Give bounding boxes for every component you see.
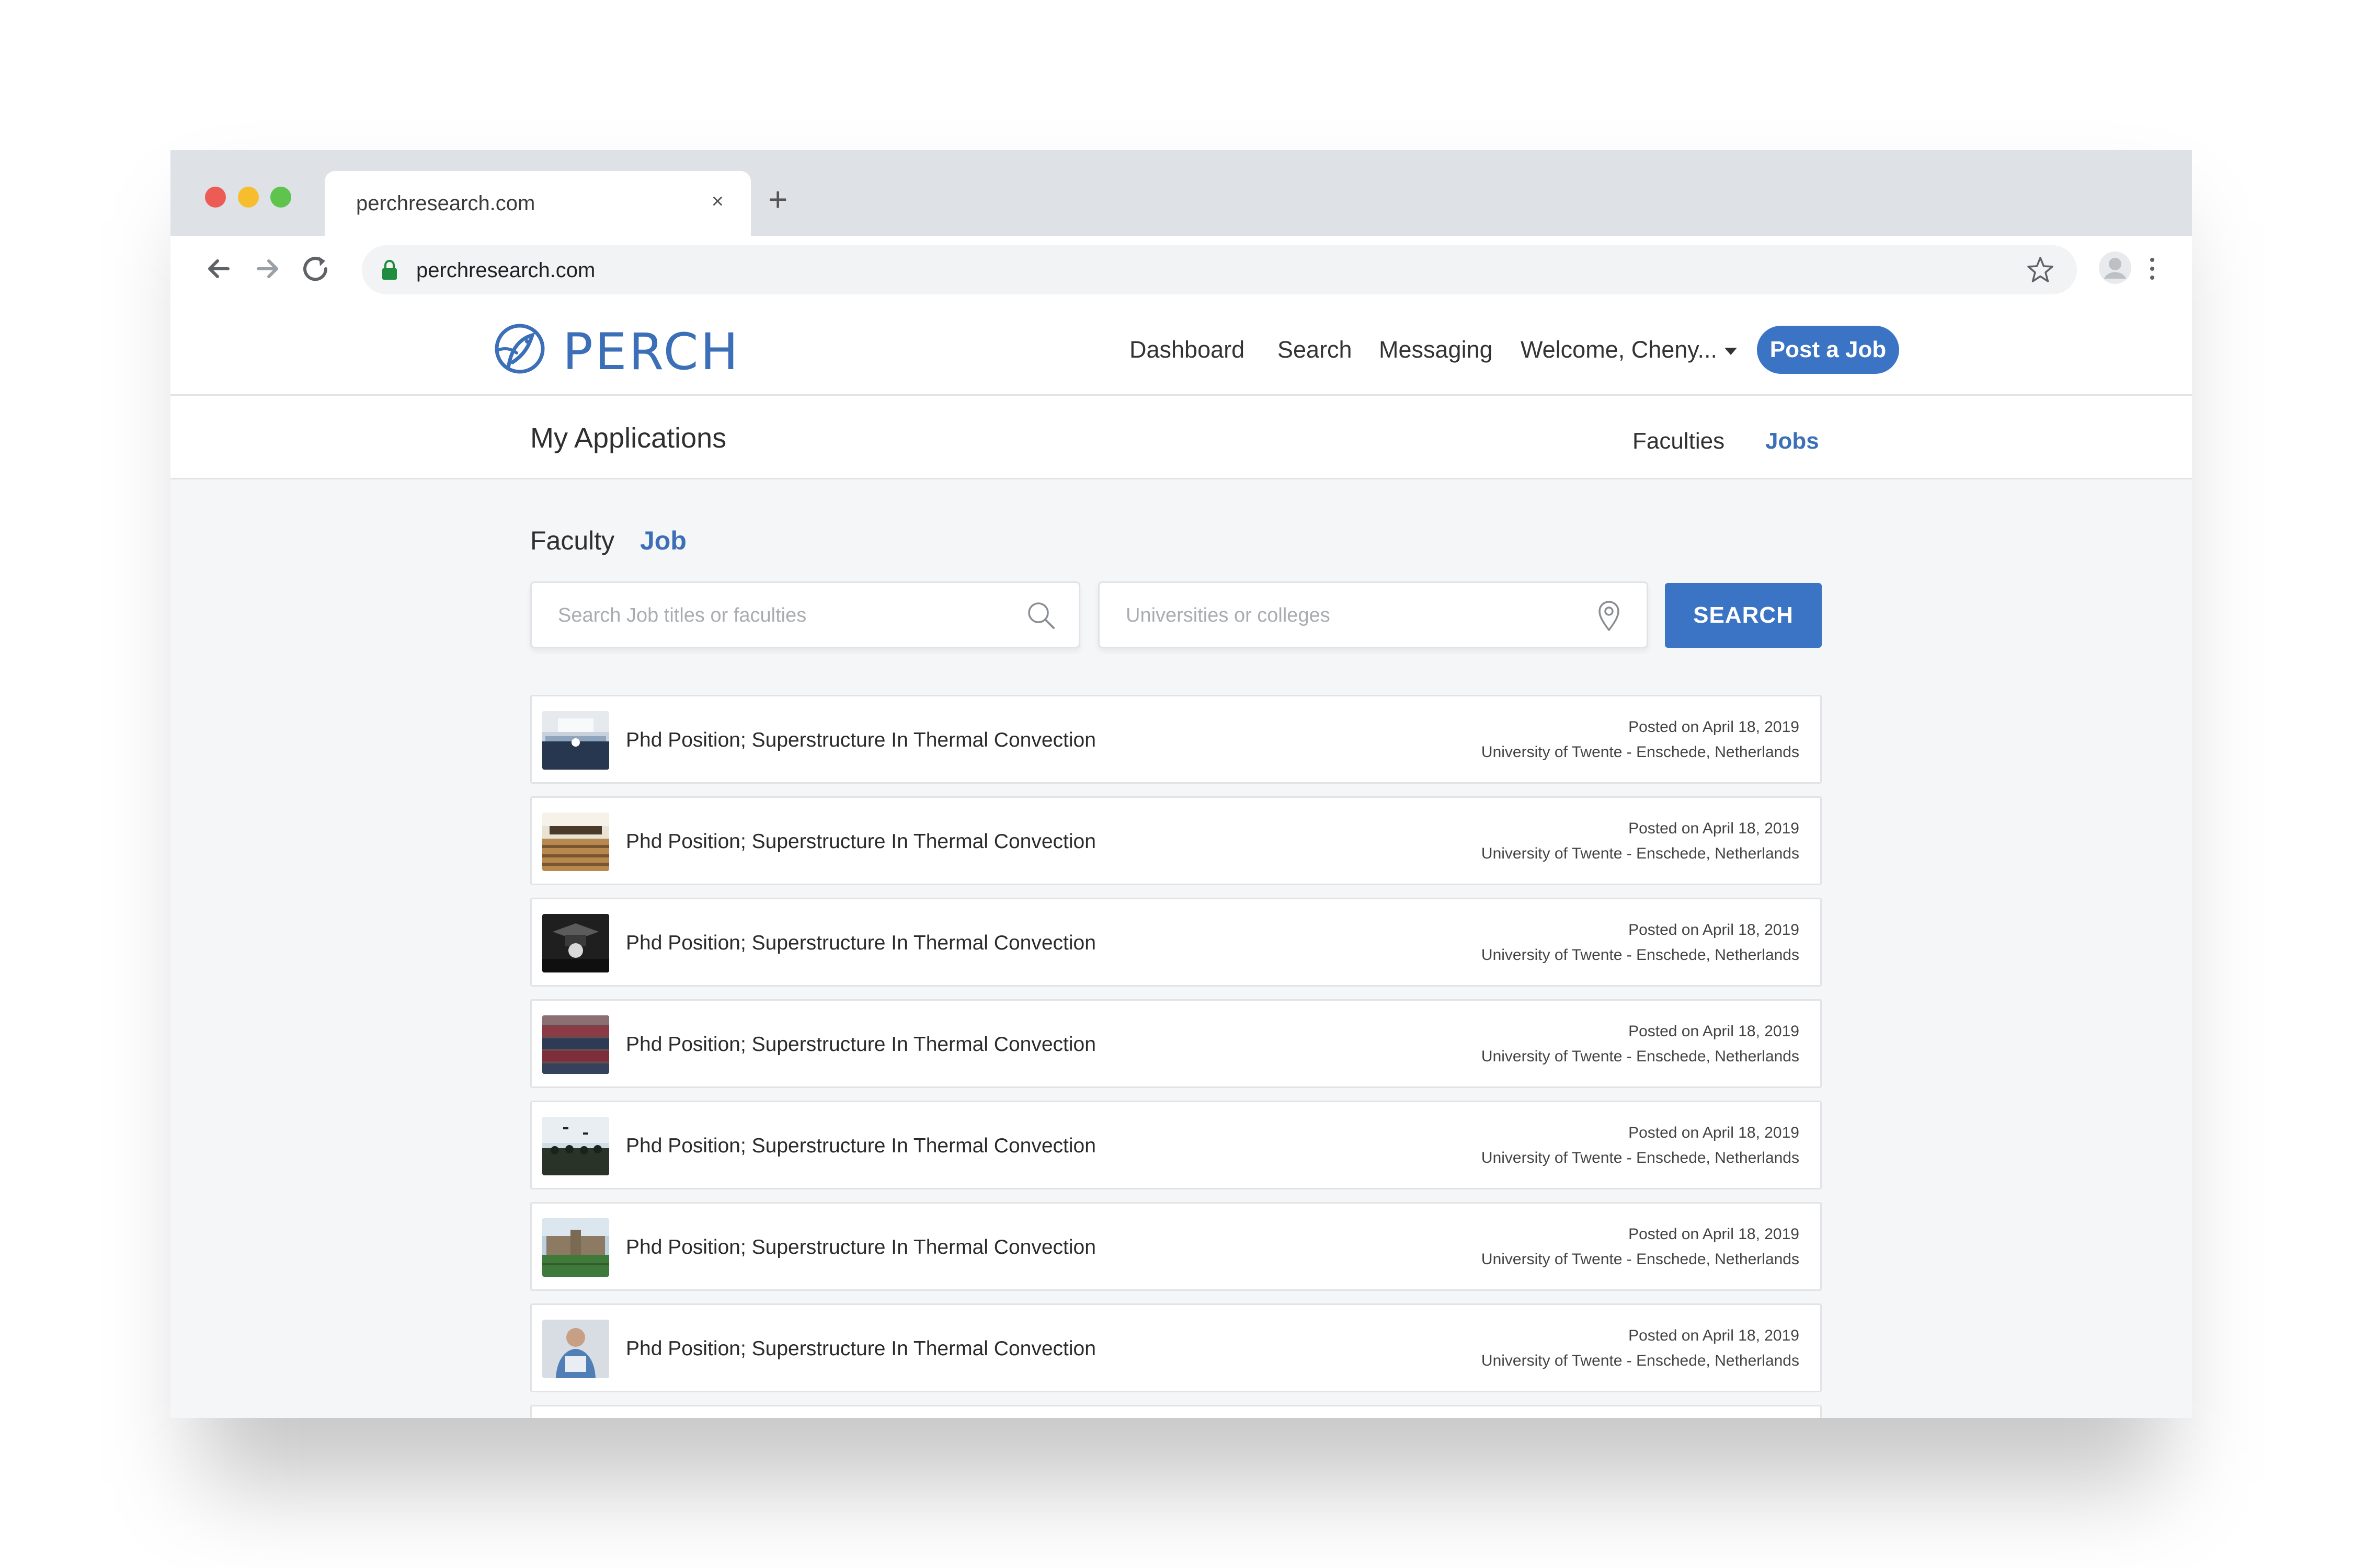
job-location: University of Twente - Enschede, Netherl… xyxy=(1481,845,1799,862)
maximize-window-button[interactable] xyxy=(270,187,291,208)
posted-date: Posted on April 18, 2019 xyxy=(1628,1327,1799,1344)
caps-in-air-photo-thumbnail xyxy=(542,1117,609,1175)
lecture-hall-photo-thumbnail xyxy=(542,711,609,770)
bookmark-star-icon[interactable] xyxy=(2025,255,2056,286)
search-icon[interactable] xyxy=(1024,599,1058,632)
page-title: My Applications xyxy=(530,422,727,454)
profile-avatar-icon[interactable] xyxy=(2098,250,2132,285)
posted-date: Posted on April 18, 2019 xyxy=(1628,1023,1799,1040)
tab-close-icon[interactable]: × xyxy=(712,190,724,213)
graduation-cap-photo-thumbnail xyxy=(542,914,609,972)
job-list-item[interactable]: Phd Position; Superstructure In Thermal … xyxy=(530,695,1822,784)
filter-tab-job[interactable]: Job xyxy=(640,525,687,556)
address-bar-url: perchresearch.com xyxy=(416,259,596,282)
job-list-item[interactable]: Phd Position; Superstructure In Thermal … xyxy=(530,898,1822,987)
perch-logo-text[interactable]: PERCH xyxy=(563,323,740,381)
job-title[interactable]: Phd Position; Superstructure In Thermal … xyxy=(626,932,1096,955)
app-header: PERCH Dashboard Search Messaging Welcome… xyxy=(170,304,2192,396)
filter-tab-faculty[interactable]: Faculty xyxy=(530,525,614,556)
auditorium-photo-thumbnail xyxy=(542,812,609,871)
minimize-window-button[interactable] xyxy=(238,187,259,208)
back-arrow-icon[interactable] xyxy=(201,250,237,287)
job-location: University of Twente - Enschede, Netherl… xyxy=(1481,1352,1799,1369)
user-menu-dropdown[interactable]: Welcome, Cheny... xyxy=(1521,336,1737,363)
job-title[interactable]: Phd Position; Superstructure In Thermal … xyxy=(626,1135,1096,1158)
close-window-button[interactable] xyxy=(205,187,226,208)
user-welcome-label: Welcome, Cheny... xyxy=(1521,336,1717,363)
graduates-crowd-photo-thumbnail xyxy=(542,1015,609,1074)
job-title[interactable]: Phd Position; Superstructure In Thermal … xyxy=(626,1337,1096,1360)
address-bar[interactable]: perchresearch.com xyxy=(362,245,2077,294)
student-portrait-photo-thumbnail xyxy=(542,1320,609,1378)
perch-bird-logo-icon[interactable] xyxy=(487,318,550,381)
job-location: University of Twente - Enschede, Netherl… xyxy=(1481,1149,1799,1166)
reload-icon[interactable] xyxy=(297,250,334,287)
nav-messaging[interactable]: Messaging xyxy=(1379,336,1493,363)
location-search-box xyxy=(1098,581,1648,648)
job-title[interactable]: Phd Position; Superstructure In Thermal … xyxy=(626,1033,1096,1056)
post-job-button[interactable]: Post a Job xyxy=(1757,326,1899,374)
campus-building-photo-thumbnail xyxy=(542,1218,609,1277)
browser-window: perchresearch.com × + perchresearch.com xyxy=(170,150,2192,1418)
job-list-item[interactable]: Phd Position; Superstructure In Thermal … xyxy=(530,1202,1822,1291)
posted-date: Posted on April 18, 2019 xyxy=(1628,1124,1799,1141)
job-list-item[interactable]: Phd Position; Superstructure In Thermal … xyxy=(530,1101,1822,1189)
chevron-down-icon xyxy=(1724,348,1737,356)
nav-search[interactable]: Search xyxy=(1277,336,1352,363)
tab-faculties[interactable]: Faculties xyxy=(1632,428,1724,454)
browser-tab[interactable]: perchresearch.com × xyxy=(325,171,751,236)
posted-date: Posted on April 18, 2019 xyxy=(1628,921,1799,938)
job-title[interactable]: Phd Position; Superstructure In Thermal … xyxy=(626,729,1096,752)
browser-menu-icon[interactable] xyxy=(2147,256,2157,282)
new-tab-button[interactable]: + xyxy=(768,182,787,216)
job-title[interactable]: Phd Position; Superstructure In Thermal … xyxy=(626,830,1096,853)
job-list-item[interactable] xyxy=(530,1405,1822,1418)
job-list-item[interactable]: Phd Position; Superstructure In Thermal … xyxy=(530,999,1822,1088)
forward-arrow-icon[interactable] xyxy=(249,250,285,287)
tab-strip: perchresearch.com × + xyxy=(170,150,2192,236)
lock-icon xyxy=(382,260,397,280)
job-list-item[interactable]: Phd Position; Superstructure In Thermal … xyxy=(530,796,1822,885)
nav-dashboard[interactable]: Dashboard xyxy=(1129,336,1244,363)
job-location: University of Twente - Enschede, Netherl… xyxy=(1481,946,1799,964)
posted-date: Posted on April 18, 2019 xyxy=(1628,718,1799,736)
sub-header: My Applications Faculties Jobs xyxy=(170,396,2192,479)
job-search-input[interactable] xyxy=(558,601,1018,630)
posted-date: Posted on April 18, 2019 xyxy=(1628,1226,1799,1243)
tab-title: perchresearch.com xyxy=(356,192,535,215)
job-location: University of Twente - Enschede, Netherl… xyxy=(1481,743,1799,761)
job-search-box xyxy=(530,581,1080,648)
tab-jobs[interactable]: Jobs xyxy=(1765,428,1819,454)
search-button[interactable]: SEARCH xyxy=(1665,583,1822,648)
job-location: University of Twente - Enschede, Netherl… xyxy=(1481,1048,1799,1065)
location-pin-icon xyxy=(1598,601,1619,631)
browser-toolbar: perchresearch.com xyxy=(170,236,2192,304)
job-title[interactable]: Phd Position; Superstructure In Thermal … xyxy=(626,1236,1096,1259)
job-location: University of Twente - Enschede, Netherl… xyxy=(1481,1251,1799,1268)
location-search-input[interactable] xyxy=(1126,601,1586,630)
job-list-item[interactable]: Phd Position; Superstructure In Thermal … xyxy=(530,1303,1822,1392)
posted-date: Posted on April 18, 2019 xyxy=(1628,820,1799,837)
